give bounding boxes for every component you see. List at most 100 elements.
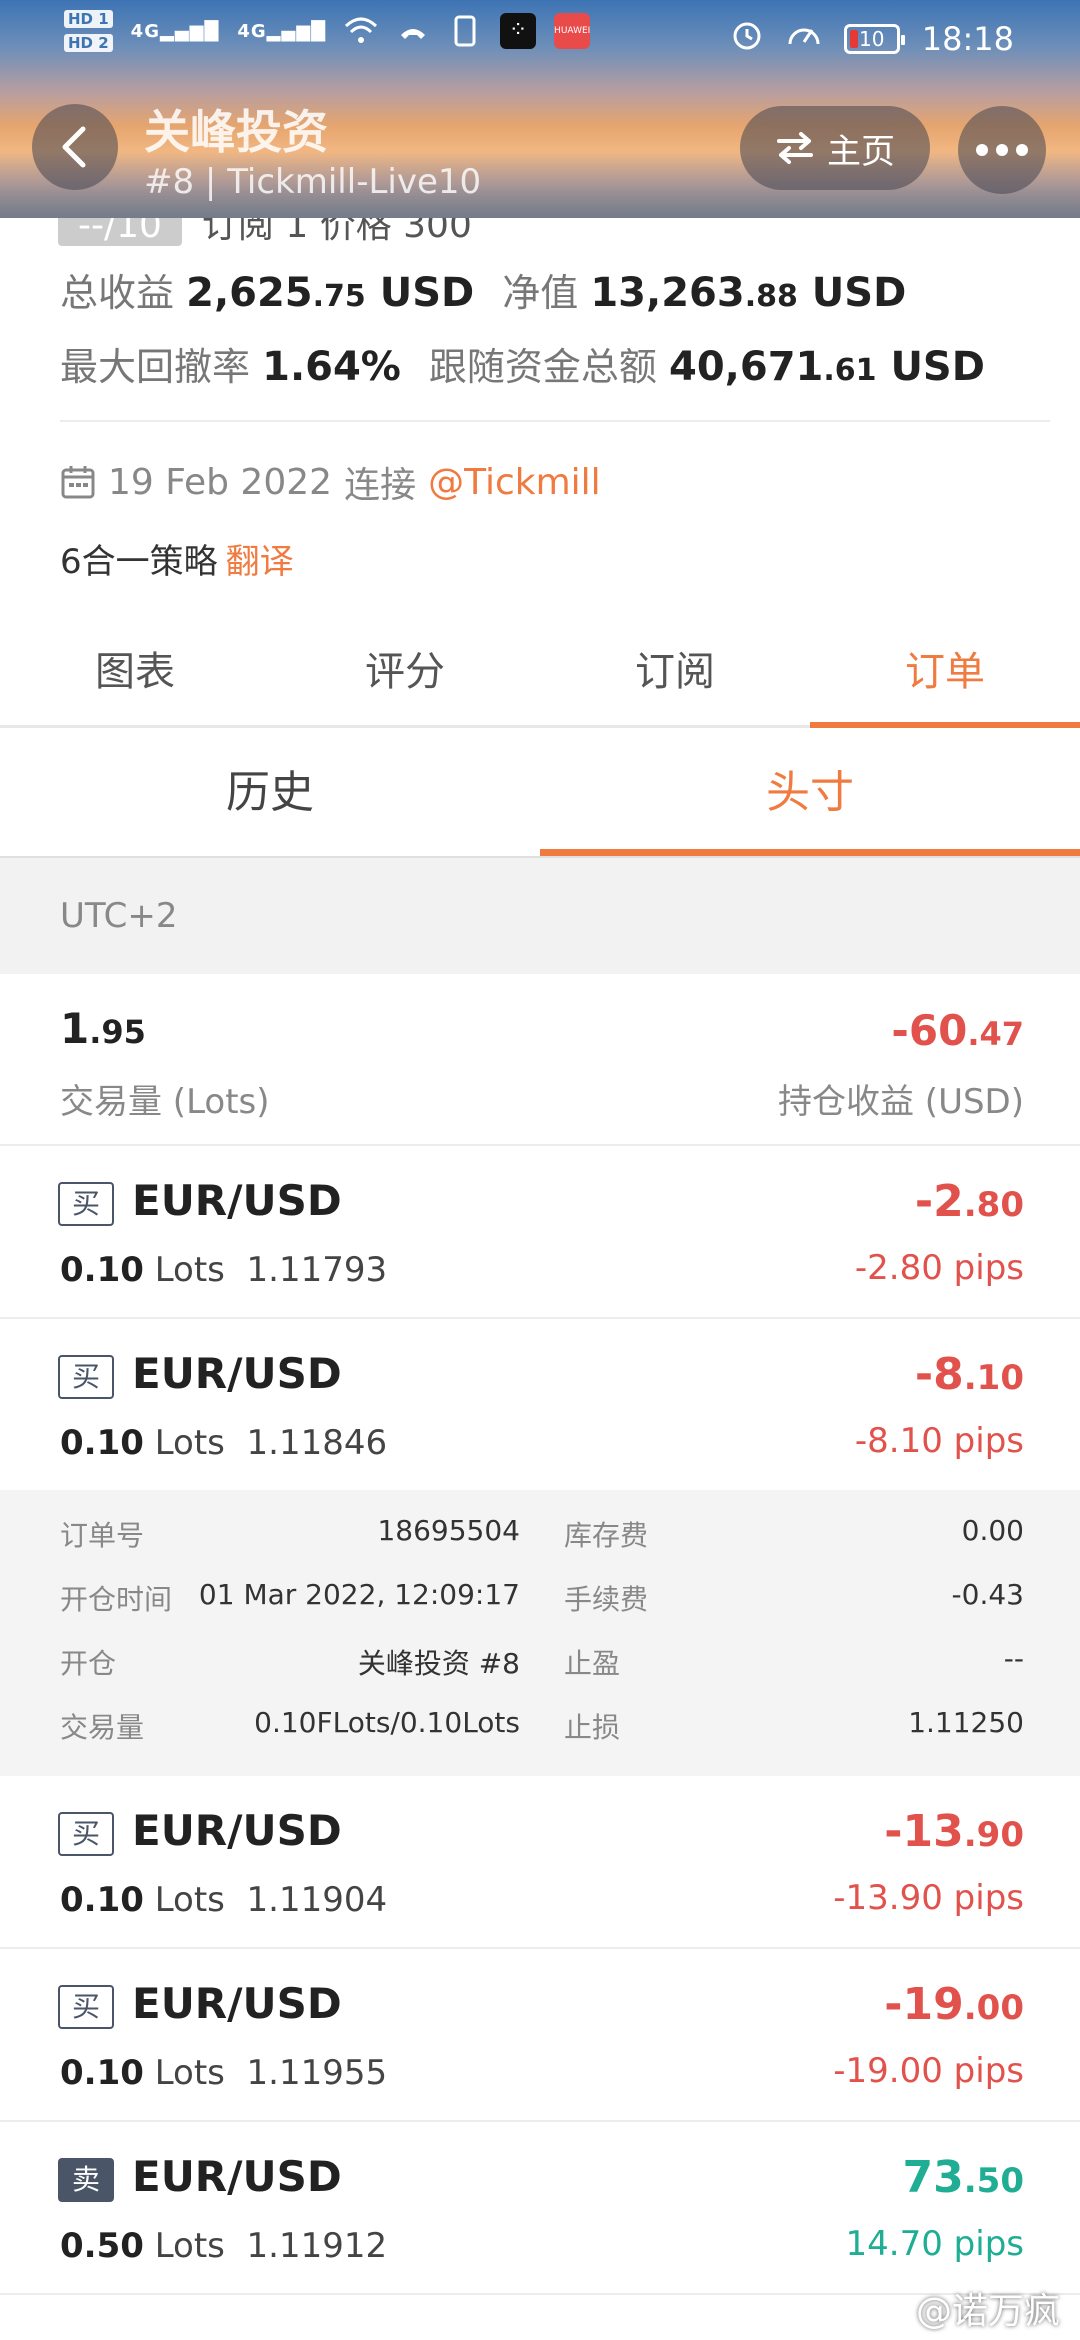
stop-loss-label: 止损 bbox=[564, 1711, 621, 1744]
max-drawdown-label: 最大回撤率 bbox=[60, 345, 251, 389]
open-time-label: 开仓时间 bbox=[60, 1583, 173, 1616]
buy-tag: 买 bbox=[58, 1355, 114, 1399]
timezone-bar: UTC+2 bbox=[0, 858, 1080, 974]
call-icon bbox=[396, 14, 430, 48]
open-label: 开仓 bbox=[60, 1647, 117, 1680]
home-button[interactable]: 主页 bbox=[740, 106, 930, 190]
equity-label: 净值 bbox=[502, 271, 579, 315]
subtab-history[interactable]: 历史 bbox=[0, 728, 540, 856]
status-left: HD 1 HD 2 4G▂▄▆█ 4G▂▄▆█ ⁘ HUAWEI bbox=[64, 10, 590, 52]
total-profit: 总收益 2,625.75 USD bbox=[60, 262, 474, 317]
order-symbol: EUR/USD bbox=[132, 1806, 342, 1855]
translate-link[interactable]: 翻译 bbox=[226, 542, 294, 582]
order-detail-line: 0.10 Lots 1.11955 bbox=[60, 2053, 388, 2093]
order-detail-line: 0.10 Lots 1.11793 bbox=[60, 1250, 388, 1290]
swap-icon bbox=[777, 132, 813, 164]
hd2-badge: HD 2 bbox=[64, 34, 113, 52]
calendar-icon bbox=[61, 466, 95, 499]
tab-chart[interactable]: 图表 bbox=[0, 622, 270, 725]
order-pnl: 73.50 bbox=[902, 2152, 1024, 2203]
tab-rating[interactable]: 评分 bbox=[270, 622, 540, 725]
hd1-badge: HD 1 bbox=[64, 10, 113, 28]
header-banner: HD 1 HD 2 4G▂▄▆█ 4G▂▄▆█ ⁘ HUAWEI 10 18:1… bbox=[0, 0, 1080, 218]
follow-total: 跟随资金总额 40,671.61 USD bbox=[429, 336, 985, 391]
commission-label: 手续费 bbox=[564, 1583, 649, 1616]
more-options-button[interactable] bbox=[958, 106, 1046, 194]
strategy-text: 6合一策略 bbox=[60, 542, 218, 582]
order-symbol: EUR/USD bbox=[132, 1349, 342, 1398]
order-pnl: -19.00 bbox=[884, 1979, 1024, 2030]
connect-row: 19 Feb 2022 连接 @Tickmill bbox=[60, 456, 601, 508]
app-notification-icon: ⁘ bbox=[500, 13, 537, 49]
order-detail-line: 0.10 Lots 1.11846 bbox=[60, 1423, 388, 1463]
order-symbol: EUR/USD bbox=[132, 2152, 342, 2201]
broker-link[interactable]: @Tickmill bbox=[428, 462, 601, 503]
buy-tag: 买 bbox=[58, 1985, 114, 2029]
detail-row: 交易量 0.10FLots/0.10Lots 止损 1.11250 bbox=[0, 1706, 1080, 1770]
battery-icon: 10 bbox=[843, 24, 905, 54]
open-value: 关峰投资 #8 bbox=[357, 1647, 520, 1680]
equity-value: 13,263.88 USD bbox=[590, 270, 907, 316]
watermark: @诺万疯 bbox=[915, 2291, 1060, 2332]
stop-loss-value: 1.11250 bbox=[908, 1706, 1024, 1739]
tab-orders[interactable]: 订单 bbox=[810, 622, 1080, 728]
order-pnl: -2.80 bbox=[914, 1176, 1024, 1227]
swap-label: 库存费 bbox=[564, 1519, 649, 1552]
order-symbol: EUR/USD bbox=[132, 1979, 342, 2028]
max-drawdown-value: 1.64% bbox=[262, 344, 401, 390]
more-dot-icon bbox=[996, 144, 1008, 156]
speed-icon bbox=[786, 18, 822, 60]
volume-value: 0.10FLots/0.10Lots bbox=[254, 1706, 520, 1739]
sell-tag: 卖 bbox=[58, 2158, 114, 2202]
floating-pnl-value: -60.47 bbox=[891, 1006, 1024, 1055]
total-lots-value: 1.95 bbox=[60, 1004, 146, 1053]
follow-total-value: 40,671.61 USD bbox=[669, 344, 985, 390]
take-profit-value: -- bbox=[1003, 1642, 1024, 1675]
order-pips: -19.00 pips bbox=[833, 2051, 1024, 2091]
order-row[interactable]: 买 EUR/USD 0.10 Lots 1.11846 -8.10 -8.10 … bbox=[0, 1319, 1080, 1492]
signal-icon-2: 4G▂▄▆█ bbox=[237, 20, 327, 42]
back-button[interactable] bbox=[32, 104, 118, 190]
huawei-app-icon: HUAWEI bbox=[554, 13, 590, 49]
buy-tag: 买 bbox=[58, 1182, 114, 1226]
positions-summary: 1.95 交易量 (Lots) -60.47 持仓收益 (USD) bbox=[0, 974, 1080, 1146]
wifi-icon bbox=[344, 14, 378, 48]
order-number-label: 订单号 bbox=[60, 1519, 145, 1552]
home-button-label: 主页 bbox=[827, 131, 895, 172]
stats-row-2: 最大回撤率 1.64% 跟随资金总额 40,671.61 USD bbox=[60, 336, 985, 391]
follow-total-label: 跟随资金总额 bbox=[428, 345, 657, 389]
more-dot-icon bbox=[976, 144, 988, 156]
signal-icon: 4G▂▄▆█ bbox=[130, 20, 220, 42]
total-lots-label: 交易量 (Lots) bbox=[60, 1082, 270, 1122]
order-expanded-detail: 订单号 18695504 库存费 0.00 开仓时间 01 Mar 2022, … bbox=[0, 1490, 1080, 1776]
subtab-positions[interactable]: 头寸 bbox=[540, 728, 1080, 856]
status-right: 10 18:18 bbox=[730, 18, 1014, 60]
order-row[interactable]: 卖 EUR/USD 0.50 Lots 1.11912 73.50 14.70 … bbox=[0, 2122, 1080, 2295]
page-title: 关峰投资 bbox=[144, 105, 328, 159]
sim-icon bbox=[448, 14, 482, 48]
order-row[interactable]: 买 EUR/USD 0.10 Lots 1.11904 -13.90 -13.9… bbox=[0, 1776, 1080, 1949]
order-pips: -2.80 pips bbox=[854, 1248, 1024, 1288]
order-pnl: -13.90 bbox=[884, 1806, 1024, 1857]
connect-label: 连接 bbox=[344, 465, 417, 506]
order-pips: -8.10 pips bbox=[854, 1421, 1024, 1461]
detail-row: 开仓时间 01 Mar 2022, 12:09:17 手续费 -0.43 bbox=[0, 1578, 1080, 1642]
detail-row: 开仓 关峰投资 #8 止盈 -- bbox=[0, 1642, 1080, 1706]
tab-subscription[interactable]: 订阅 bbox=[540, 622, 810, 725]
order-row[interactable]: 买 EUR/USD 0.10 Lots 1.11793 -2.80 -2.80 … bbox=[0, 1146, 1080, 1319]
total-profit-label: 总收益 bbox=[60, 271, 175, 315]
order-row[interactable]: 买 EUR/USD 0.10 Lots 1.11955 -19.00 -19.0… bbox=[0, 1949, 1080, 2122]
detail-row: 订单号 18695504 库存费 0.00 bbox=[0, 1514, 1080, 1578]
commission-value: -0.43 bbox=[951, 1578, 1024, 1611]
total-profit-value: 2,625.75 USD bbox=[186, 270, 475, 316]
order-symbol: EUR/USD bbox=[132, 1176, 342, 1225]
main-tabs: 图表 评分 订阅 订单 bbox=[0, 622, 1080, 728]
order-pnl: -8.10 bbox=[914, 1349, 1024, 1400]
chevron-left-icon bbox=[62, 126, 86, 168]
order-subtabs: 历史 头寸 bbox=[0, 728, 1080, 858]
strategy-row: 6合一策略 翻译 bbox=[60, 534, 294, 583]
swap-value: 0.00 bbox=[961, 1514, 1024, 1547]
order-detail-line: 0.10 Lots 1.11904 bbox=[60, 1880, 388, 1920]
clock-time: 18:18 bbox=[921, 20, 1014, 58]
buy-tag: 买 bbox=[58, 1812, 114, 1856]
